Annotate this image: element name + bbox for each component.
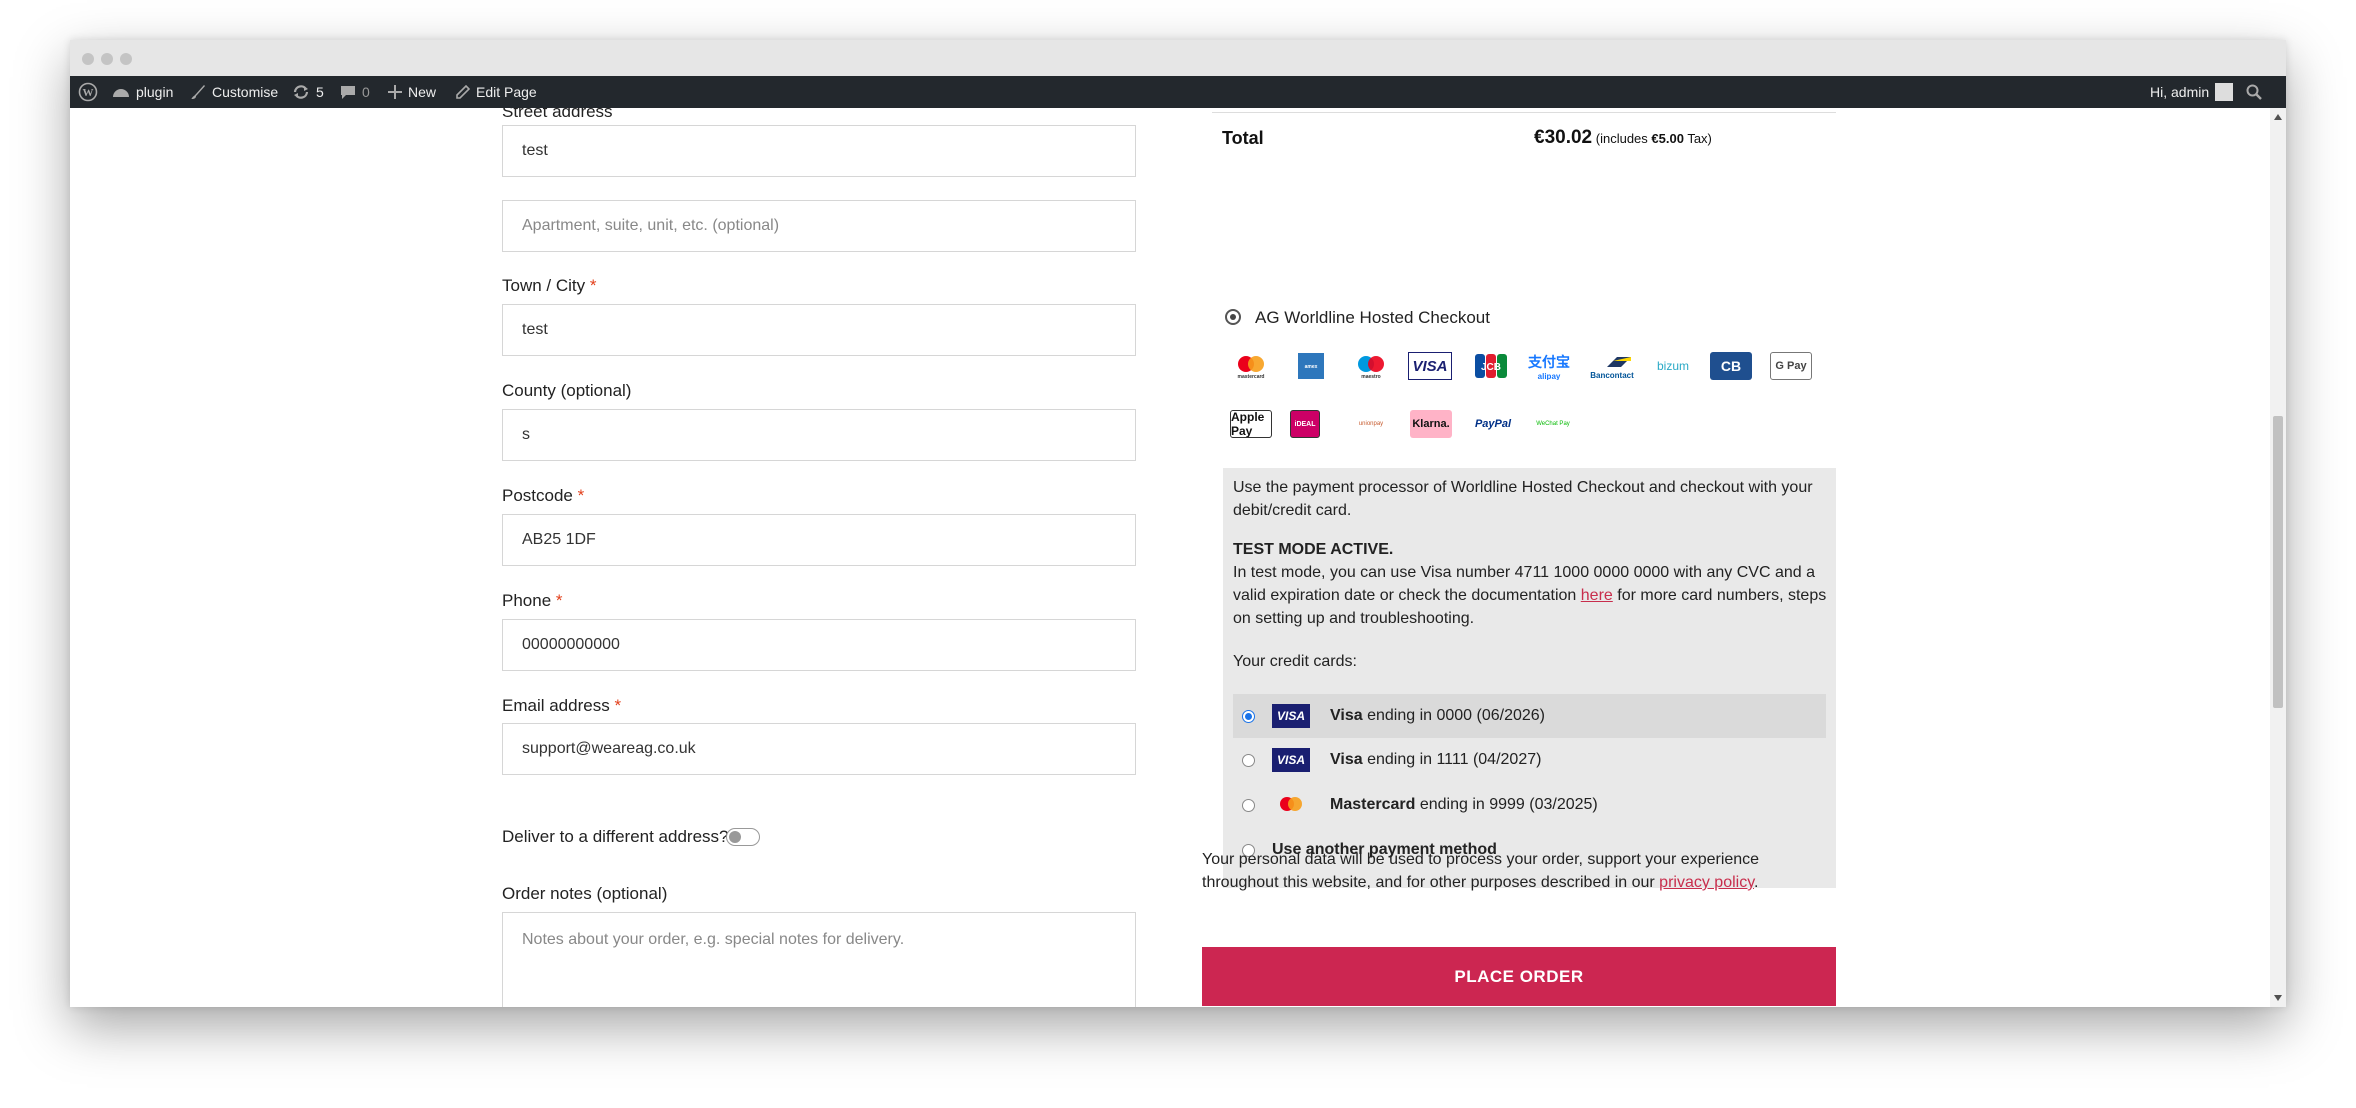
ideal-logo-icon: iDEAL (1290, 410, 1320, 438)
scroll-down-icon[interactable] (2274, 995, 2282, 1001)
updates-icon (293, 85, 309, 99)
svg-text:W: W (83, 87, 94, 99)
visa-card-icon: VISA (1272, 704, 1310, 728)
adminbar-customise-label: Customise (212, 84, 279, 100)
svg-text:mastercard: mastercard (1238, 374, 1265, 380)
county-label: County (optional) (502, 381, 632, 400)
payment-description: Use the payment processor of Worldline H… (1233, 479, 1813, 519)
payment-description-box: Use the payment processor of Worldline H… (1223, 468, 1836, 888)
privacy-notice: Your personal data will be used to proce… (1202, 851, 1760, 891)
town-input[interactable]: test (502, 304, 1136, 356)
adminbar-edit-page-label: Edit Page (476, 84, 537, 100)
total-label: Total (1222, 128, 1264, 148)
google-pay-logo-icon: G Pay (1770, 352, 1812, 380)
privacy-policy-link[interactable]: privacy policy (1659, 874, 1754, 891)
order-notes-textarea[interactable]: Notes about your order, e.g. special not… (502, 912, 1136, 1007)
payment-method-radio[interactable] (1225, 309, 1241, 325)
paypal-logo-icon: PayPal (1474, 418, 1512, 430)
visa-logo-icon: VISA (1408, 352, 1452, 380)
alipay-logo-icon: 支付宝 alipay (1528, 353, 1570, 381)
saved-card-row[interactable]: VISA Visa ending in 1111 (04/2027) (1233, 738, 1826, 782)
visa-card-icon: VISA (1272, 748, 1310, 772)
email-input[interactable]: support@weareag.co.uk (502, 723, 1136, 775)
county-input[interactable]: s (502, 409, 1136, 461)
scrollbar-thumb[interactable] (2273, 416, 2283, 708)
bancontact-logo-icon: Bancontact (1588, 350, 1636, 382)
svg-text:amex: amex (1305, 364, 1318, 370)
place-order-button[interactable]: PLACE ORDER (1202, 947, 1836, 1006)
adminbar-account-link[interactable]: Hi, admin (2150, 76, 2234, 108)
svg-text:JCB: JCB (1481, 362, 1501, 373)
window-close-dot[interactable] (82, 53, 94, 65)
wechat-pay-logo-icon: WeChat Pay (1536, 421, 1570, 427)
order-notes-label: Order notes (optional) (502, 884, 668, 903)
saved-card-radio[interactable] (1242, 753, 1255, 767)
adminbar-site-name: plugin (136, 84, 174, 100)
saved-cards-label: Your credit cards: (1233, 653, 1357, 670)
maestro-logo-icon: maestro (1350, 352, 1392, 380)
saved-card-radio[interactable] (1242, 798, 1255, 812)
order-total-row: Total €30.02 (includes €5.00 Tax) (1212, 112, 1836, 163)
klarna-logo-icon: Klarna. (1410, 410, 1452, 438)
window-zoom-dot[interactable] (120, 53, 132, 65)
adminbar-new-label: New (408, 84, 437, 100)
postcode-label: Postcode * (502, 486, 585, 505)
saved-card-row[interactable]: Mastercard ending in 9999 (03/2025) (1233, 783, 1826, 827)
scroll-up-icon[interactable] (2274, 114, 2282, 120)
adminbar-customise-link[interactable]: Customise (190, 76, 278, 108)
saved-card-row[interactable]: VISA Visa ending in 0000 (06/2026) (1233, 694, 1826, 738)
email-label: Email address * (502, 696, 622, 715)
avatar (2215, 83, 2234, 101)
apartment-input[interactable]: Apartment, suite, unit, etc. (optional) (502, 200, 1136, 252)
deliver-different-label: Deliver to a different address? (502, 827, 729, 846)
saved-card-radio[interactable] (1242, 709, 1255, 723)
amex-logo-icon: amex (1290, 352, 1332, 380)
street-address-input[interactable]: test (502, 125, 1136, 177)
town-label: Town / City * (502, 276, 597, 295)
deliver-different-toggle[interactable] (726, 828, 760, 846)
documentation-link[interactable]: here (1581, 587, 1613, 604)
brush-icon (191, 85, 205, 99)
phone-label: Phone * (502, 591, 563, 610)
total-value: €30.02 (1534, 127, 1593, 148)
street-address-label: Street address (502, 108, 613, 121)
adminbar-new-link[interactable]: New (388, 76, 436, 108)
adminbar-search-icon[interactable] (2246, 76, 2262, 108)
adminbar-updates-count: 5 (316, 84, 324, 100)
apple-pay-logo-icon: Apple Pay (1230, 410, 1272, 438)
adminbar-comments-count: 0 (362, 84, 370, 100)
phone-input[interactable]: 00000000000 (502, 619, 1136, 671)
adminbar-updates-link[interactable]: 5 (292, 76, 324, 108)
adminbar-comments-link[interactable]: 0 (340, 76, 370, 108)
adminbar-site-link[interactable]: plugin (112, 76, 173, 108)
adminbar-greeting: Hi, admin (2150, 84, 2210, 100)
plus-icon (388, 85, 402, 99)
payment-method-label[interactable]: AG Worldline Hosted Checkout (1255, 308, 1490, 328)
cb-logo-icon: CB (1710, 352, 1752, 380)
comment-icon (341, 86, 355, 99)
total-amount: €30.02 (includes €5.00 Tax) (1534, 127, 1712, 148)
dashboard-icon (113, 89, 129, 97)
mastercard-logo-icon: mastercard (1230, 352, 1272, 380)
window-titlebar (70, 40, 2286, 76)
svg-text:maestro: maestro (1361, 374, 1380, 380)
wordpress-logo-icon[interactable]: W (78, 76, 98, 108)
window-minimize-dot[interactable] (101, 53, 113, 65)
browser-window: W plugin Customise 5 0 New Edit Page Hi,… (70, 40, 2286, 1007)
page-viewport: Street address test Apartment, suite, un… (70, 108, 2270, 1007)
mastercard-card-icon (1272, 793, 1310, 817)
adminbar-edit-page-link[interactable]: Edit Page (456, 76, 537, 108)
unionpay-logo-icon: unionpay (1358, 421, 1384, 427)
pencil-icon (456, 85, 470, 99)
test-mode-title: TEST MODE ACTIVE. (1233, 541, 1394, 558)
postcode-input[interactable]: AB25 1DF (502, 514, 1136, 566)
wp-admin-bar: W plugin Customise 5 0 New Edit Page Hi,… (70, 76, 2286, 108)
jcb-logo-icon: JCB (1470, 352, 1512, 380)
test-mode-text: In test mode, you can use Visa number 47… (1233, 564, 1827, 627)
bizum-logo-icon: bizum (1656, 359, 1689, 373)
page-scrollbar[interactable] (2270, 108, 2286, 1007)
